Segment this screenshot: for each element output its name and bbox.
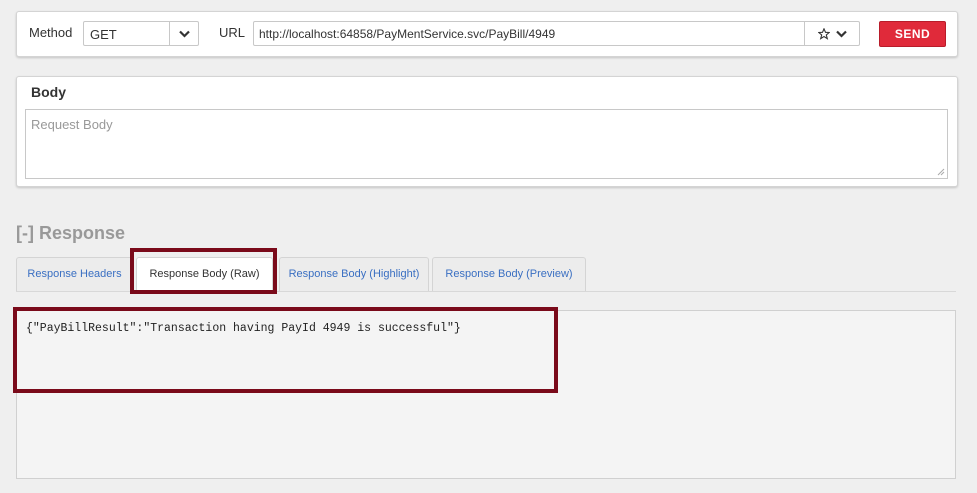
url-input[interactable]: http://localhost:64858/PayMentService.sv… bbox=[253, 21, 860, 46]
method-dropdown-button[interactable] bbox=[169, 22, 198, 45]
tab-response-headers[interactable]: Response Headers bbox=[16, 257, 133, 291]
method-label: Method bbox=[29, 25, 73, 40]
send-button[interactable]: SEND bbox=[879, 21, 946, 47]
tab-response-body-highlight[interactable]: Response Body (Highlight) bbox=[279, 257, 429, 291]
response-body-panel[interactable]: {"PayBillResult":"Transaction having Pay… bbox=[16, 310, 956, 479]
body-panel: Body Request Body bbox=[16, 76, 958, 187]
method-select[interactable]: GET bbox=[83, 21, 199, 46]
url-label: URL bbox=[219, 25, 246, 40]
body-title: Body bbox=[31, 84, 66, 100]
response-toggle-heading[interactable]: [-] Response bbox=[16, 223, 125, 244]
chevron-down-icon[interactable] bbox=[835, 30, 847, 38]
tab-response-body-preview[interactable]: Response Body (Preview) bbox=[432, 257, 586, 291]
resize-grip-icon[interactable] bbox=[936, 167, 945, 176]
tab-response-body-raw[interactable]: Response Body (Raw) bbox=[136, 257, 273, 292]
request-bar: Method GET URL http://localhost:64858/Pa… bbox=[16, 11, 958, 57]
url-value: http://localhost:64858/PayMentService.sv… bbox=[259, 27, 556, 41]
response-body-text: {"PayBillResult":"Transaction having Pay… bbox=[26, 322, 461, 335]
tabs-divider bbox=[16, 291, 956, 292]
star-icon[interactable] bbox=[817, 27, 830, 40]
request-body-textarea[interactable]: Request Body bbox=[25, 109, 948, 179]
method-value: GET bbox=[90, 27, 117, 42]
chevron-down-icon bbox=[178, 30, 190, 38]
request-body-placeholder: Request Body bbox=[31, 117, 113, 132]
url-history-dropdown[interactable] bbox=[804, 22, 859, 45]
